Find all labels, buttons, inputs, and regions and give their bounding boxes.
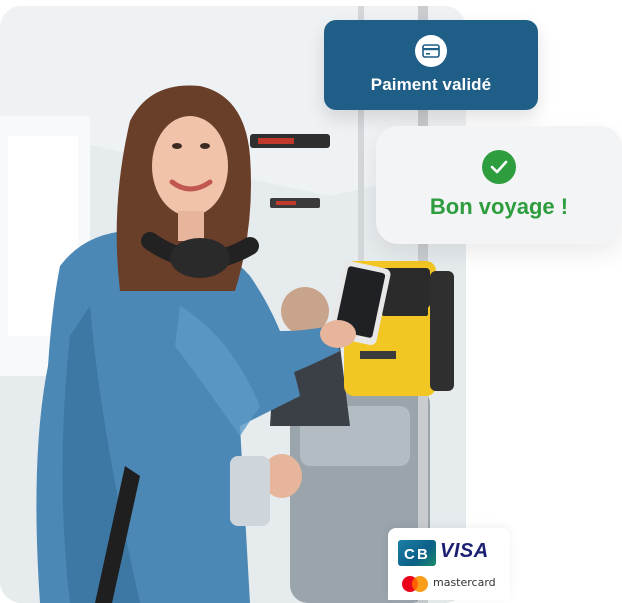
cb-card-icon: C B [398, 540, 436, 566]
promo-stage: Paiment validé Bon voyage ! C B VISA mas… [0, 0, 622, 603]
svg-text:C: C [404, 546, 415, 563]
payment-methods-card: C B VISA mastercard [388, 528, 510, 600]
payment-validated-card: Paiment validé [324, 20, 538, 110]
visa-logo: VISA [440, 540, 489, 562]
mastercard-icon [400, 575, 430, 593]
check-circle-icon [482, 150, 516, 184]
payment-validated-label: Paiment validé [370, 75, 492, 94]
bon-voyage-card: Bon voyage ! [376, 126, 622, 244]
svg-text:B: B [417, 546, 428, 563]
credit-card-icon [415, 35, 447, 67]
bon-voyage-label: Bon voyage ! [429, 194, 569, 219]
mastercard-label: mastercard [433, 576, 496, 589]
